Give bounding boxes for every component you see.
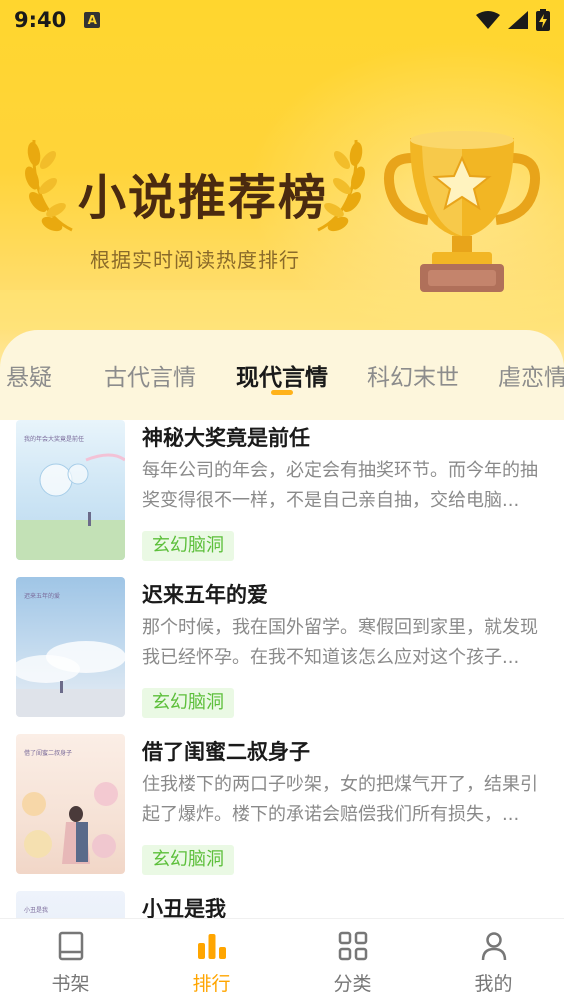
page-subtitle: 根据实时阅读热度排行 (90, 248, 300, 272)
book-title[interactable]: 迟来五年的爱 (142, 579, 268, 609)
banner-stripe (0, 290, 564, 330)
status-time: 9:40 (14, 8, 67, 32)
book-title[interactable]: 借了闺蜜二叔身子 (142, 736, 310, 766)
cover-text: 小丑是我 (24, 907, 49, 914)
tab-suspense[interactable]: 悬疑 (6, 358, 52, 392)
status-bar: 9:40 A (0, 0, 564, 40)
cover-art-icon (16, 641, 125, 717)
notification-a-icon: A (84, 12, 101, 28)
book-description: 每年公司的年会，必定会有抽奖环节。而今年的抽奖变得很不一样，不是自己亲自抽，交给… (142, 460, 538, 511)
list-item[interactable]: 小丑是我 小丑是我 (0, 891, 564, 918)
book-cover[interactable]: 我的年会大奖竟是前任 (16, 420, 125, 560)
nav-label: 我的 (474, 973, 513, 995)
signal-icon (508, 11, 528, 29)
book-cover[interactable]: 迟来五年的爱 (16, 577, 125, 717)
battery-charging-icon (536, 9, 550, 31)
tab-ancient-romance[interactable]: 古代言情 (104, 358, 196, 392)
genre-tag: 玄幻脑洞 (142, 531, 234, 561)
genre-tag: 玄幻脑洞 (142, 845, 234, 875)
category-tabs: 悬疑 古代言情 现代言情 科幻末世 虐恋情 (0, 330, 564, 420)
list-item[interactable]: 借了闺蜜二叔身子 借了闺蜜二叔身子 住我楼下的两口子吵架，女的把煤气开了，结果引… (0, 734, 564, 891)
book-title[interactable]: 小丑是我 (142, 893, 226, 918)
tab-tragic-romance[interactable]: 虐恋情 (498, 358, 564, 392)
status-icons (476, 9, 550, 31)
book-cover[interactable]: 借了闺蜜二叔身子 (16, 734, 125, 874)
book-cover[interactable]: 小丑是我 (16, 891, 125, 918)
list-item[interactable]: 我的年会大奖竟是前任 神秘大奖竟是前任 每年公司的年会，必定会有抽奖环节。而今年… (0, 420, 564, 577)
nav-bookshelf[interactable]: 书架 (0, 919, 141, 1004)
person-icon (481, 932, 506, 961)
genre-tag: 玄幻脑洞 (142, 688, 234, 718)
nav-profile[interactable]: 我的 (423, 919, 564, 1004)
nav-category[interactable]: 分类 (282, 919, 423, 1004)
wifi-icon (476, 11, 500, 29)
bottom-navigation: 书架 排行 分类 我的 (0, 918, 564, 1004)
book-description: 那个时候，我在国外留学。寒假回到家里，就发现我已经怀孕。在我不知道该怎么应对这个… (142, 617, 538, 668)
book-title[interactable]: 神秘大奖竟是前任 (142, 422, 310, 452)
trophy-icon (384, 131, 540, 292)
list-item[interactable]: 迟来五年的爱 迟来五年的爱 那个时候，我在国外留学。寒假回到家里，就发现我已经怀… (0, 577, 564, 734)
book-icon (58, 931, 83, 961)
cover-art-icon (16, 453, 125, 560)
bar-chart-icon (197, 934, 226, 959)
book-description: 住我楼下的两口子吵架，女的把煤气开了，结果引起了爆炸。楼下的承诺会赔偿我们所有损… (142, 774, 538, 825)
page-title: 小说推荐榜 (78, 170, 329, 226)
nav-label: 分类 (333, 973, 372, 995)
nav-ranking[interactable]: 排行 (141, 919, 282, 1004)
nav-label: 排行 (192, 973, 231, 995)
nav-label: 书架 (51, 973, 90, 995)
tab-modern-romance[interactable]: 现代言情 (236, 358, 328, 392)
grid-icon (338, 931, 367, 961)
cover-art-icon (22, 782, 118, 864)
active-tab-indicator (271, 390, 293, 395)
book-list[interactable]: 我的年会大奖竟是前任 神秘大奖竟是前任 每年公司的年会，必定会有抽奖环节。而今年… (0, 420, 564, 918)
tab-scifi-apocalypse[interactable]: 科幻末世 (367, 358, 459, 392)
